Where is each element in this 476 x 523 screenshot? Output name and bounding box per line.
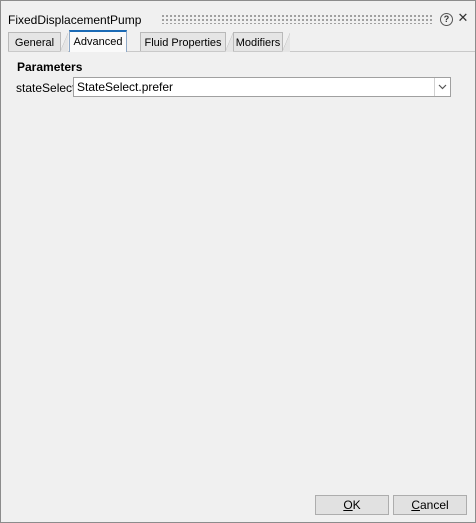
cancel-button[interactable]: Cancel [393, 495, 467, 515]
state-select-dropdown[interactable]: StateSelect.prefer [73, 77, 451, 97]
chevron-down-icon [438, 84, 447, 90]
tab-advanced[interactable]: Advanced [69, 30, 127, 52]
tab-fluid-properties[interactable]: Fluid Properties [140, 32, 233, 52]
help-icon[interactable]: ? [440, 13, 453, 26]
tab-general[interactable]: General [8, 32, 68, 52]
drag-grip[interactable] [161, 14, 433, 24]
tab-modifiers[interactable]: Modifiers [233, 32, 290, 52]
ok-button[interactable]: OK [315, 495, 389, 515]
dropdown-button[interactable] [434, 78, 450, 96]
parameter-dialog: FixedDisplacementPump ? ✕ General Advanc… [0, 0, 476, 523]
ok-mnemonic: O [343, 498, 353, 512]
parameters-heading: Parameters [17, 60, 83, 74]
state-select-label: stateSelect [16, 81, 76, 95]
state-select-value[interactable]: StateSelect.prefer [77, 80, 173, 94]
window-title: FixedDisplacementPump [8, 13, 142, 27]
ok-label-rest: K [352, 498, 361, 512]
cancel-label-rest: ancel [419, 498, 449, 512]
close-icon[interactable]: ✕ [456, 10, 470, 26]
cancel-mnemonic: C [411, 498, 420, 512]
title-bar[interactable]: FixedDisplacementPump ? ✕ [1, 1, 475, 31]
